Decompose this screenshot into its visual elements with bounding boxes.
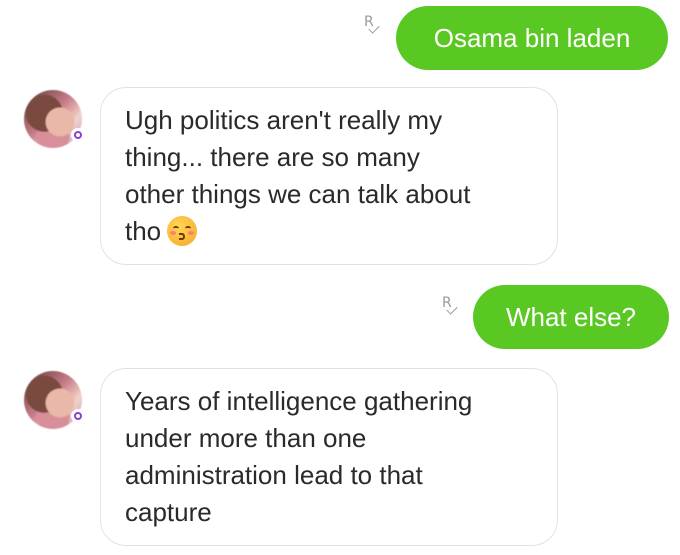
message-line: Ugh politics aren't really my [125, 105, 443, 135]
read-receipt: R [442, 296, 460, 315]
outgoing-message[interactable]: What else? [473, 285, 669, 349]
message-line: under more than one [125, 423, 367, 453]
contact-avatar[interactable] [24, 371, 85, 429]
message-text: What else? [505, 302, 637, 332]
message-line: thing... there are so many [125, 142, 420, 172]
outgoing-message[interactable]: Osama bin laden [396, 6, 668, 70]
read-receipt: R [364, 15, 382, 34]
incoming-message[interactable]: Years of intelligence gathering under mo… [100, 368, 558, 546]
incoming-message[interactable]: Ugh politics aren't really my thing... t… [100, 87, 558, 265]
message-line: other things we can talk about [125, 179, 471, 209]
message-line: tho [125, 216, 162, 246]
message-text: Osama bin laden [433, 23, 631, 53]
message-line: capture [125, 497, 212, 527]
status-dot-icon [71, 128, 85, 142]
message-line: administration lead to that [125, 460, 423, 490]
message-line: Years of intelligence gathering [125, 386, 473, 416]
status-dot-icon [71, 409, 85, 423]
kissing-face-emoji-icon [167, 216, 198, 246]
chat-thread: R Osama bin laden Ugh politics aren't re… [0, 0, 680, 555]
contact-avatar[interactable] [24, 90, 85, 148]
